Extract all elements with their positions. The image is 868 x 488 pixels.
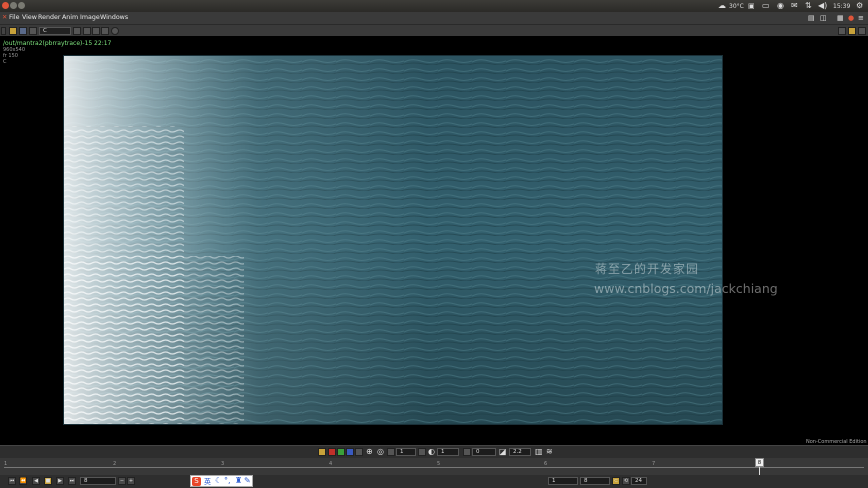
loop-button[interactable]: ⟲ [622, 477, 630, 485]
timeline-tick: 6 [544, 461, 548, 467]
close-window-button[interactable] [2, 2, 9, 9]
timeline-tick: 5 [437, 461, 441, 467]
frame-step-up-button[interactable]: + [127, 477, 135, 485]
crop-button[interactable] [101, 27, 109, 35]
stereo-icon[interactable]: ≋ [546, 447, 553, 456]
display-options-button[interactable] [29, 27, 37, 35]
step-down-button[interactable] [387, 448, 395, 456]
mail-icon[interactable]: ▣ [748, 2, 755, 10]
punctuation-icon[interactable]: °, [224, 476, 231, 485]
playhead-line[interactable] [759, 467, 760, 475]
menu-close-icon[interactable]: ✕ [2, 14, 7, 21]
pane-float-icon[interactable]: ◫ [820, 14, 827, 22]
lut-icon[interactable]: ▥ [535, 447, 543, 456]
jump-start-button[interactable]: ⏮ [8, 477, 16, 485]
timeline-tick: 7 [652, 461, 656, 467]
offset-button[interactable] [463, 448, 471, 456]
timeline-tick: 1 [4, 461, 8, 467]
maximize-window-button[interactable] [18, 2, 25, 9]
moon-icon[interactable]: ☾ [215, 476, 222, 485]
step-back-button[interactable]: ⏪ [19, 477, 27, 485]
exposure-icon[interactable]: ◎ [377, 447, 384, 456]
color-correct-button[interactable] [318, 448, 326, 456]
rendered-ocean-image [63, 55, 723, 425]
current-frame-marker[interactable]: 8 [755, 458, 764, 467]
weather-temp: 30°C [729, 3, 744, 10]
gamma-field[interactable]: 2.2 [509, 448, 531, 456]
system-top-bar: ☁ 30°C ▣ ▭ ◉ ✉ ⇅ ◀) 15:39 ⚙ [0, 0, 868, 12]
menu-bar: ✕ File View Render Anim Image Windows ▤ … [0, 12, 868, 24]
pane-split-icon[interactable]: ▤ [808, 14, 815, 22]
clock: 15:39 [833, 3, 851, 10]
range-lock-button[interactable]: ⊂ [612, 477, 620, 485]
channel-info-label: C [3, 59, 7, 65]
compare-button[interactable] [73, 27, 81, 35]
frame-step-down-button[interactable]: − [118, 477, 126, 485]
contrast-icon[interactable]: ◐ [428, 447, 435, 456]
layout-options-icon[interactable] [858, 27, 866, 35]
wipe-button[interactable] [83, 27, 91, 35]
volume-icon[interactable]: ◀) [818, 1, 827, 10]
range-start-field[interactable]: 1 [548, 477, 578, 485]
layout-quad-icon[interactable] [848, 27, 856, 35]
sync-icon[interactable]: ◉ [777, 1, 784, 10]
menu-windows[interactable]: Windows [100, 14, 128, 21]
info-icon[interactable] [111, 27, 119, 35]
render-button[interactable] [9, 27, 17, 35]
timeline-tick: 4 [329, 461, 333, 467]
pick-button[interactable] [92, 27, 100, 35]
timeline-tick: 2 [113, 461, 117, 467]
menu-image[interactable]: Image [80, 14, 100, 21]
ime-toolbar[interactable]: S 英 ☾ °, ♜ ✎ [190, 475, 253, 487]
play-forward-button[interactable]: ▶ [56, 477, 64, 485]
play-reverse-button[interactable]: ◀ [32, 477, 40, 485]
menu-view[interactable]: View [22, 14, 37, 21]
pane-options-icon[interactable]: ▦ [837, 14, 844, 22]
value3-field[interactable]: 0 [472, 448, 496, 456]
weather-icon: ☁ [718, 1, 726, 10]
pane-close-icon[interactable]: ● [848, 14, 854, 22]
snapshot-button[interactable] [19, 27, 27, 35]
stop-button[interactable]: ■ [44, 477, 52, 485]
pane-menu-icon[interactable]: ≡ [858, 14, 864, 22]
gamma-icon[interactable]: ◪ [499, 447, 507, 456]
watermark-url: www.cnblogs.com/jackchiang [594, 281, 778, 296]
red-channel-button[interactable] [328, 448, 336, 456]
tools-icon[interactable]: ✎ [244, 476, 251, 485]
watermark-title: 蒋至乙的开发家园 [595, 262, 700, 276]
timeline-track[interactable] [4, 467, 864, 468]
menu-file[interactable]: File [9, 14, 20, 21]
alpha-channel-button[interactable] [355, 448, 363, 456]
timeline-tick: 3 [221, 461, 225, 467]
toolbar-grip[interactable] [1, 27, 6, 35]
envelope-icon[interactable]: ✉ [791, 1, 798, 10]
value2-field[interactable]: 1 [437, 448, 459, 456]
sogou-logo-icon[interactable]: S [192, 477, 201, 486]
zoom-icon[interactable]: ⊕ [366, 447, 373, 456]
settings-gear-icon[interactable]: ⚙ [856, 1, 863, 10]
channel-select[interactable]: C [39, 27, 71, 35]
playback-bar: ⏮ ⏪ ◀ ■ ▶ ⏭ 8 − + 1 8 ⊂ ⟲ 24 [0, 475, 868, 488]
value1-field[interactable]: 1 [396, 448, 416, 456]
jump-end-button[interactable]: ⏭ [68, 477, 76, 485]
green-channel-button[interactable] [337, 448, 345, 456]
fps-field[interactable]: 24 [631, 477, 647, 485]
ime-language[interactable]: 英 [204, 477, 211, 487]
current-frame-field[interactable]: 8 [80, 477, 116, 485]
minimize-window-button[interactable] [10, 2, 17, 9]
battery-icon[interactable]: ▭ [762, 1, 770, 10]
viewer-toolbar: C [0, 24, 868, 36]
menu-anim[interactable]: Anim [62, 14, 78, 21]
network-icon[interactable]: ⇅ [805, 1, 812, 10]
skin-icon[interactable]: ♜ [235, 476, 242, 485]
layout-single-icon[interactable] [838, 27, 846, 35]
range-end-field[interactable]: 8 [580, 477, 610, 485]
ocean-render-svg [64, 56, 722, 424]
display-control-bar: ⊕ ◎ 1 ◐ 1 0 ◪ 2.2 ▥ ≋ [0, 445, 868, 458]
render-path-label: /out/mantra2(pbrraytrace)-15 22:17 [3, 40, 112, 47]
blue-channel-button[interactable] [346, 448, 354, 456]
step-up-button[interactable] [418, 448, 426, 456]
menu-render[interactable]: Render [38, 14, 60, 21]
